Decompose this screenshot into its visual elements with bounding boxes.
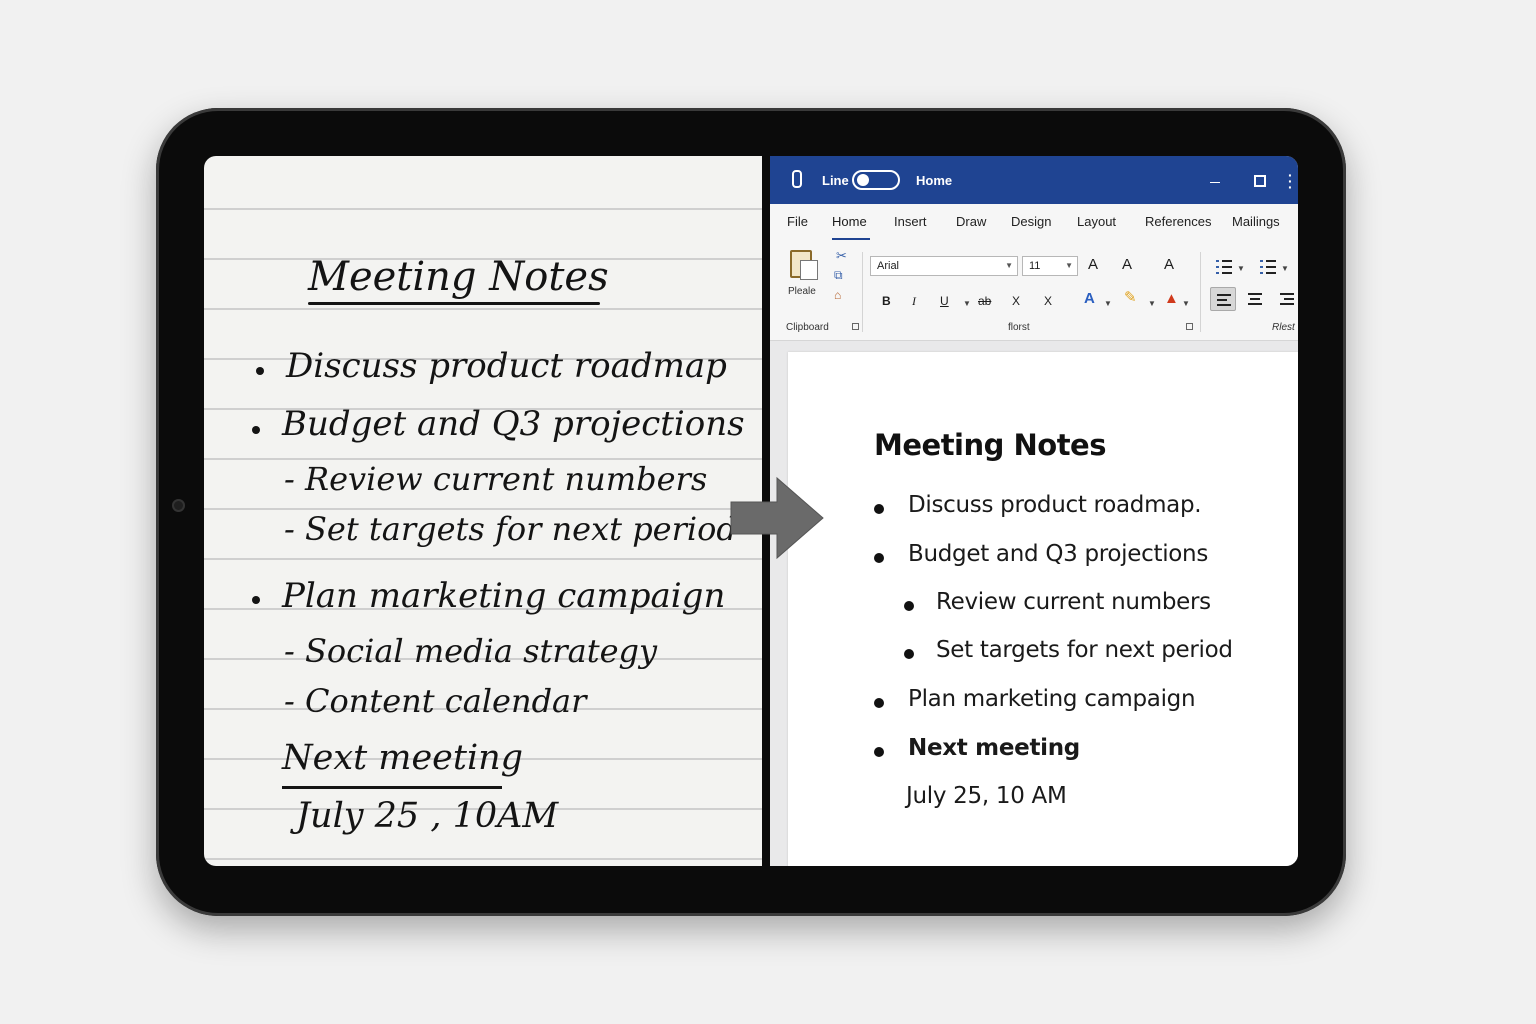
chevron-down-icon[interactable]: ▼	[1104, 299, 1112, 308]
document-date-line: July 25, 10 AM	[906, 783, 1067, 809]
document-list-item: Plan marketing campaign	[908, 686, 1195, 712]
document-icon	[792, 170, 802, 188]
chevron-down-icon[interactable]: ▼	[1148, 299, 1156, 308]
tab-layout[interactable]: Layout	[1077, 214, 1116, 229]
strikethrough-button[interactable]: ab	[978, 294, 991, 308]
arrow-right-icon	[727, 474, 827, 562]
copy-icon[interactable]: ⧉	[834, 268, 843, 283]
chevron-down-icon[interactable]: ▼	[1281, 264, 1289, 273]
maximize-icon[interactable]	[1254, 175, 1266, 187]
autosave-toggle[interactable]	[852, 170, 900, 190]
align-right-button[interactable]	[1274, 287, 1298, 311]
italic-button[interactable]: I	[912, 294, 916, 309]
clipboard-launcher-icon[interactable]	[852, 323, 859, 330]
font-size-value: 11	[1029, 260, 1040, 272]
title-bar: Line Home ···	[770, 156, 1298, 204]
handwritten-bullet	[256, 367, 264, 375]
bullet-icon	[874, 747, 884, 757]
handwritten-subitem: - Review current numbers	[284, 460, 707, 498]
toggle-knob	[857, 174, 869, 186]
handwritten-subitem: - Set targets for next period	[284, 510, 737, 548]
minimize-icon[interactable]	[1210, 182, 1220, 183]
bullet-icon	[874, 504, 884, 514]
document-list-item: Discuss product roadmap.	[908, 492, 1201, 518]
autosave-label: Line	[822, 173, 849, 188]
bullet-icon	[904, 649, 914, 659]
font-color-icon[interactable]: ▲	[1164, 290, 1179, 307]
document-title-heading: Meeting Notes	[874, 428, 1106, 462]
bullet-icon	[874, 698, 884, 708]
document-list-item-bold: Next meeting	[908, 735, 1080, 761]
tab-mailings[interactable]: Mailings	[1232, 214, 1280, 229]
format-painter-icon[interactable]: ⌂	[834, 288, 841, 302]
tab-home[interactable]: Home	[832, 214, 867, 229]
chevron-down-icon[interactable]: ▼	[1237, 264, 1245, 273]
paste-document-icon	[800, 260, 818, 280]
tab-file[interactable]: File	[787, 214, 808, 229]
align-center-button[interactable]	[1242, 287, 1268, 311]
clear-formatting-button[interactable]: A	[1164, 256, 1174, 273]
handwritten-title: Meeting Notes	[308, 254, 609, 300]
handwritten-subitem: - Content calendar	[284, 682, 586, 720]
tab-references[interactable]: References	[1145, 214, 1211, 229]
bold-button[interactable]: B	[882, 294, 891, 308]
ribbon: Pleale ✂ ⧉ ⌂ Clipboard Arial ▼ 11 ▼ A A …	[770, 244, 1298, 341]
highlight-icon[interactable]: ✎	[1124, 288, 1137, 306]
font-name-select[interactable]: Arial ▼	[870, 256, 1018, 276]
chevron-down-icon: ▼	[1005, 261, 1013, 270]
handwritten-item: Plan marketing campaign	[282, 576, 725, 616]
handwritten-date: July 25 , 10AM	[296, 796, 558, 836]
document-page[interactable]: Meeting Notes Discuss product roadmap. B…	[788, 352, 1298, 866]
more-vertical-icon[interactable]: ···	[1288, 172, 1293, 190]
subscript-button[interactable]: X	[1012, 294, 1020, 308]
handwritten-subitem: - Social media strategy	[284, 632, 657, 670]
superscript-button[interactable]: X	[1044, 294, 1052, 308]
group-separator	[862, 252, 863, 332]
handwritten-bullet	[252, 426, 260, 434]
paste-label: Pleale	[788, 286, 816, 297]
shrink-font-button[interactable]: A	[1122, 256, 1132, 273]
handwritten-next-meeting: Next meeting	[282, 738, 523, 778]
handwritten-bullet	[252, 596, 260, 604]
front-camera	[172, 499, 185, 512]
active-tab-indicator	[832, 238, 870, 240]
align-left-button[interactable]	[1210, 287, 1236, 311]
clipboard-group-label: Clipboard	[786, 322, 829, 333]
title-underline	[308, 302, 600, 305]
tab-insert[interactable]: Insert	[894, 214, 927, 229]
next-meeting-underline	[282, 786, 502, 789]
handwritten-notes-panel: Meeting Notes Discuss product roadmap Bu…	[204, 156, 762, 866]
underline-button[interactable]: U	[940, 294, 949, 308]
grow-font-button[interactable]: A	[1088, 256, 1098, 273]
handwritten-item: Budget and Q3 projections	[282, 404, 745, 444]
tab-draw[interactable]: Draw	[956, 214, 986, 229]
font-launcher-icon[interactable]	[1186, 323, 1193, 330]
font-name-value: Arial	[877, 260, 899, 272]
document-list-subitem: Review current numbers	[936, 589, 1211, 615]
font-group-label: florst	[1008, 322, 1030, 333]
chevron-down-icon[interactable]: ▼	[1182, 299, 1190, 308]
bullet-icon	[904, 601, 914, 611]
group-separator	[1200, 252, 1201, 332]
font-size-select[interactable]: 11 ▼	[1022, 256, 1078, 276]
tab-design[interactable]: Design	[1011, 214, 1051, 229]
document-list-subitem: Set targets for next period	[936, 637, 1233, 663]
text-effects-button[interactable]: A	[1084, 290, 1095, 307]
document-list-item: Budget and Q3 projections	[908, 541, 1208, 567]
paragraph-group-label: Rlest	[1272, 322, 1295, 333]
word-app-panel: Line Home ··· File Home Insert Draw Desi…	[770, 156, 1298, 866]
bullet-icon	[874, 553, 884, 563]
cut-icon[interactable]: ✂	[836, 248, 847, 264]
ribbon-tabs: File Home Insert Draw Design Layout Refe…	[770, 204, 1298, 244]
handwritten-item: Discuss product roadmap	[286, 346, 727, 386]
chevron-down-icon: ▼	[1065, 261, 1073, 270]
document-title: Home	[916, 173, 952, 188]
chevron-down-icon[interactable]: ▼	[963, 299, 971, 308]
